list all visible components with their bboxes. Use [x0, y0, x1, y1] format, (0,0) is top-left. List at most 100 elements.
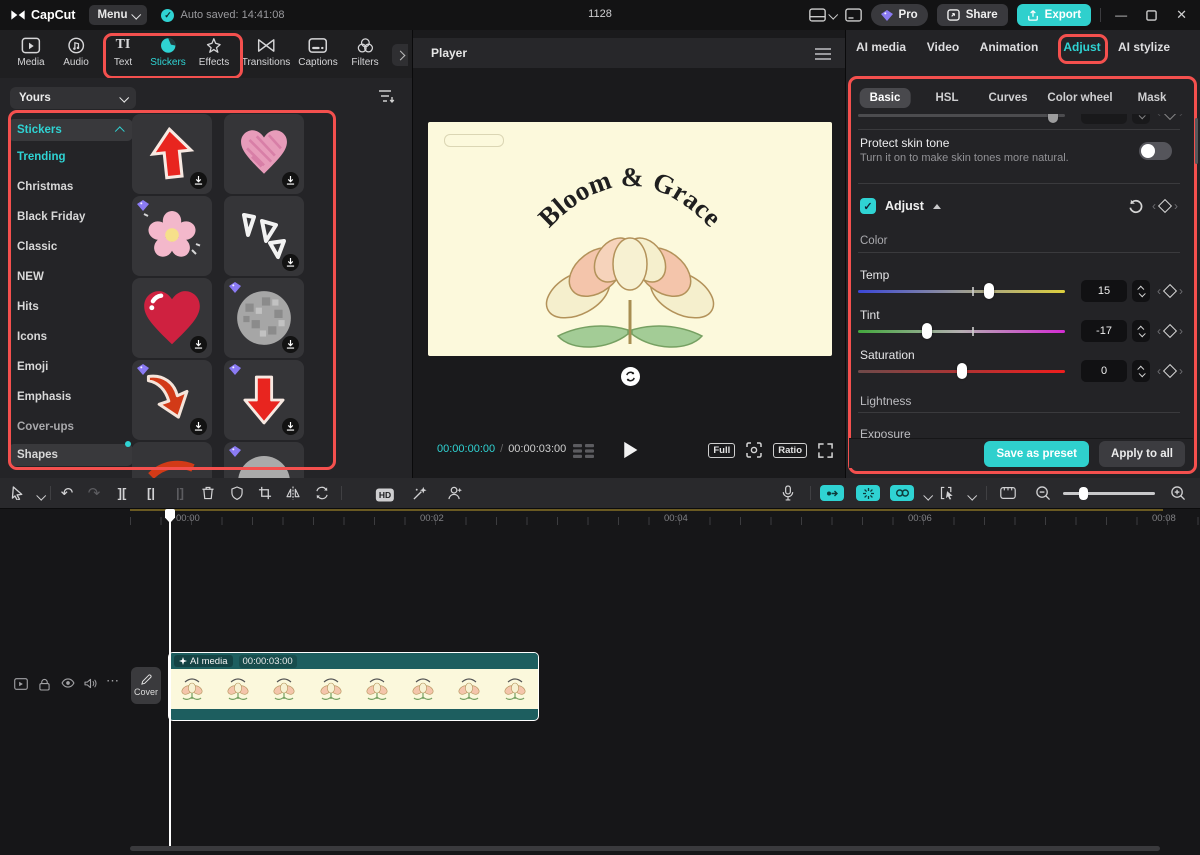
auto-linkage-button[interactable] — [890, 485, 914, 501]
sticker-gray-pixel-moon[interactable] — [224, 278, 304, 358]
saturation-slider[interactable] — [858, 370, 1065, 373]
hide-track-icon[interactable] — [61, 678, 75, 688]
tab-stickers[interactable]: Stickers — [150, 37, 186, 68]
sticker-red-arrow-down[interactable] — [224, 360, 304, 440]
saturation-stepper[interactable] — [1132, 360, 1150, 382]
download-icon[interactable] — [282, 254, 299, 271]
saturation-value[interactable]: 0 — [1081, 360, 1127, 382]
download-icon[interactable] — [282, 418, 299, 435]
subtab-basic[interactable]: Basic — [860, 88, 911, 108]
snap-magnet-button[interactable] — [820, 485, 844, 501]
close-button[interactable]: ✕ — [1171, 7, 1192, 23]
zoom-out-icon[interactable] — [1036, 486, 1051, 501]
sidebar-item-cover-ups[interactable]: Cover-ups — [8, 416, 133, 438]
select-mode-icon[interactable] — [941, 487, 956, 500]
sidebar-item-shapes[interactable]: Shapes — [8, 444, 133, 466]
ratio-button[interactable]: Ratio — [773, 443, 807, 458]
panel-arrangement-icon[interactable] — [845, 8, 862, 22]
mute-track-icon[interactable] — [84, 678, 97, 689]
pointer-mode-chevron[interactable] — [36, 491, 46, 501]
sidebar-item-classic[interactable]: Classic — [8, 236, 133, 258]
temp-value[interactable]: 15 — [1081, 280, 1127, 302]
playhead-line[interactable] — [169, 509, 171, 846]
delete-right-button[interactable]: |] — [176, 486, 184, 501]
download-icon[interactable] — [282, 336, 299, 353]
timeline-zoom-slider[interactable] — [1063, 492, 1155, 495]
sticker-partial-1[interactable] — [132, 442, 212, 478]
saturation-keyframe[interactable]: ‹› — [1157, 360, 1191, 382]
track-more-icon[interactable]: ⋯ — [106, 673, 119, 689]
sticker-white-triangles[interactable] — [224, 196, 304, 276]
subtab-mask[interactable]: Mask — [1128, 88, 1177, 108]
replace-icon[interactable] — [315, 487, 329, 500]
tab-filters[interactable]: Filters — [351, 37, 378, 68]
sticker-pink-scribble-heart[interactable] — [224, 114, 304, 194]
delete-icon[interactable] — [202, 486, 215, 500]
preview-axis-button[interactable] — [856, 485, 880, 501]
track-type-icon[interactable] — [14, 678, 28, 690]
tab-adjust[interactable]: Adjust — [1063, 40, 1100, 54]
zoom-in-icon[interactable] — [1171, 486, 1186, 501]
cover-button[interactable]: Cover — [131, 667, 161, 704]
adjust-checkbox[interactable]: ✓ — [860, 198, 876, 214]
zoom-slider-thumb[interactable] — [1079, 487, 1088, 500]
crop-icon[interactable] — [258, 486, 272, 500]
sticker-partial-2[interactable] — [224, 442, 304, 478]
sidebar-item-christmas[interactable]: Christmas — [8, 176, 133, 198]
export-button[interactable]: Export — [1017, 4, 1091, 26]
save-as-preset-button[interactable]: Save as preset — [984, 441, 1089, 467]
render-preview-icon[interactable] — [1000, 487, 1016, 499]
frame-grid-icon[interactable] — [573, 444, 595, 458]
subtab-color-wheel[interactable]: Color wheel — [1037, 88, 1122, 108]
keyframe-diamond-icon[interactable] — [1158, 199, 1172, 213]
subtab-curves[interactable]: Curves — [979, 88, 1038, 108]
voiceover-mic-icon[interactable] — [782, 486, 794, 501]
reset-icon[interactable] — [1128, 198, 1144, 214]
menu-button[interactable]: Menu — [89, 5, 147, 25]
lock-track-icon[interactable] — [39, 678, 50, 691]
next-keyframe[interactable]: › — [1174, 199, 1178, 213]
temp-stepper[interactable] — [1132, 280, 1150, 302]
mask-shield-icon[interactable] — [231, 486, 243, 500]
character-enhance-icon[interactable] — [448, 486, 463, 500]
tab-captions[interactable]: Captions — [298, 37, 337, 68]
enhance-wand-icon[interactable] — [413, 486, 427, 500]
panel-scrollbar[interactable] — [1195, 118, 1198, 164]
sidebar-item-stickers[interactable]: Stickers — [8, 119, 133, 141]
share-button[interactable]: Share — [937, 4, 1008, 26]
temp-slider[interactable] — [858, 290, 1065, 293]
tab-effects[interactable]: Effects — [199, 37, 229, 68]
tab-ai-stylize[interactable]: AI stylize — [1118, 40, 1170, 54]
sticker-curved-red-arrow[interactable] — [132, 360, 212, 440]
tab-video[interactable]: Video — [927, 40, 959, 54]
tab-text[interactable]: TI Text — [114, 37, 132, 68]
download-icon[interactable] — [190, 172, 207, 189]
redo-button[interactable]: ↷ — [88, 484, 101, 502]
tint-keyframe[interactable]: ‹› — [1157, 320, 1191, 342]
pointer-tool-icon[interactable] — [12, 486, 25, 500]
keyframe-controls[interactable]: ‹› — [1152, 195, 1186, 217]
tint-slider-thumb[interactable] — [922, 323, 932, 339]
yours-dropdown[interactable]: Yours — [10, 87, 136, 109]
saturation-slider-thumb[interactable] — [957, 363, 967, 379]
download-icon[interactable] — [190, 418, 207, 435]
fullscreen-icon[interactable] — [818, 443, 833, 458]
maximize-button[interactable] — [1146, 10, 1157, 21]
tab-animation[interactable]: Animation — [980, 40, 1039, 54]
sidebar-item-hits[interactable]: Hits — [8, 296, 133, 318]
sidebar-item-new[interactable]: NEW — [8, 266, 133, 288]
tint-stepper[interactable] — [1132, 320, 1150, 342]
tint-slider[interactable] — [858, 330, 1065, 333]
download-icon[interactable] — [282, 172, 299, 189]
temp-slider-thumb[interactable] — [984, 283, 994, 299]
temp-keyframe[interactable]: ‹› — [1157, 280, 1191, 302]
focus-frame-icon[interactable] — [746, 442, 762, 458]
sticker-pink-flower[interactable] — [132, 196, 212, 276]
tab-audio[interactable]: Audio — [63, 37, 89, 68]
expand-tabs-button[interactable] — [392, 44, 408, 66]
full-button[interactable]: Full — [708, 443, 735, 458]
sidebar-item-emphasis[interactable]: Emphasis — [8, 386, 133, 408]
tint-value[interactable]: -17 — [1081, 320, 1127, 342]
timeline-clip[interactable]: AI media 00:00:03:00 — [168, 652, 539, 721]
player-menu-icon[interactable] — [815, 48, 831, 60]
